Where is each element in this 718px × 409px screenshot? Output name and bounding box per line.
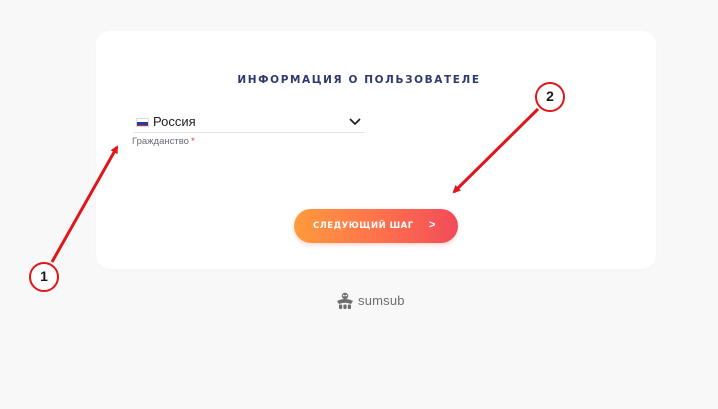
russia-flag-icon bbox=[136, 118, 149, 127]
sumsub-brand-name: sumsub bbox=[358, 293, 405, 308]
citizenship-label-text: Гражданство bbox=[132, 136, 189, 147]
annotation-marker-2: 2 bbox=[535, 82, 565, 112]
page: ИНФОРМАЦИЯ О ПОЛЬЗОВАТЕЛЕ Россия Граждан… bbox=[0, 0, 718, 409]
sumsub-logo-icon bbox=[337, 292, 353, 309]
citizenship-label: Гражданство * bbox=[132, 136, 195, 147]
next-step-button[interactable]: СЛЕДУЮЩИЙ ШАГ > bbox=[294, 209, 458, 243]
chevron-down-icon bbox=[349, 118, 361, 125]
annotation-marker-1: 1 bbox=[29, 262, 59, 292]
next-arrow-icon: > bbox=[429, 219, 436, 231]
next-step-label: СЛЕДУЮЩИЙ ШАГ bbox=[313, 221, 414, 231]
citizenship-selected-value: Россия bbox=[153, 114, 196, 129]
form-title: ИНФОРМАЦИЯ О ПОЛЬЗОВАТЕЛЕ bbox=[237, 74, 481, 86]
required-mark: * bbox=[190, 136, 195, 147]
citizenship-select[interactable]: Россия bbox=[134, 113, 364, 133]
